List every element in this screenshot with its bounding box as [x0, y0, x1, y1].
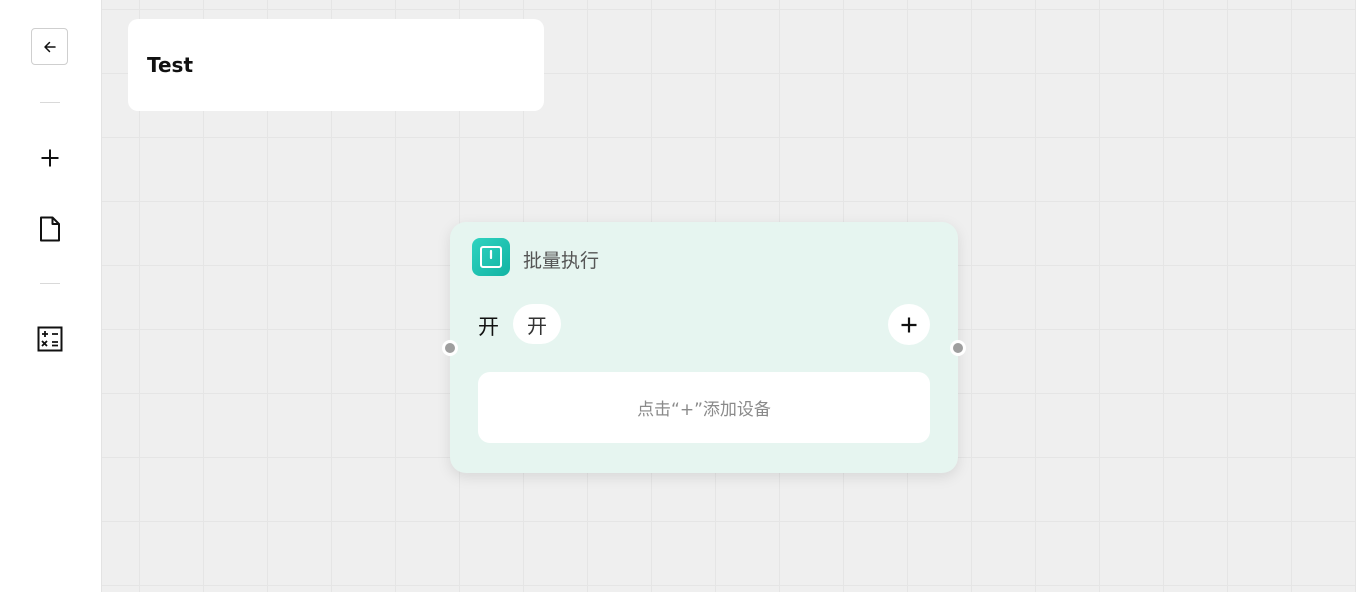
state-toggle[interactable]: 开	[513, 304, 561, 344]
calculator-button[interactable]	[35, 324, 65, 354]
plus-icon	[41, 149, 59, 167]
output-port[interactable]	[950, 340, 966, 356]
input-port[interactable]	[442, 340, 458, 356]
sidebar	[0, 0, 102, 592]
empty-hint: 点击“+”添加设备	[637, 400, 771, 420]
sidebar-divider	[40, 102, 60, 103]
add-node-button[interactable]	[35, 143, 65, 173]
sidebar-divider	[40, 283, 60, 284]
add-device-button[interactable]	[888, 304, 930, 345]
batch-execute-node[interactable]: 批量执行 开 开 点击“+”添加设备	[442, 222, 966, 473]
file-icon	[40, 216, 60, 242]
arrow-left-icon	[43, 41, 56, 52]
device-drop-area[interactable]: 点击“+”添加设备	[478, 372, 930, 443]
plus-icon	[901, 317, 917, 332]
calculator-icon	[37, 326, 63, 352]
page-title: Test	[147, 53, 194, 77]
back-button[interactable]	[31, 28, 68, 65]
title-card: Test	[128, 19, 544, 111]
node-title: 批量执行	[523, 250, 600, 272]
batch-execute-icon	[472, 238, 510, 276]
state-label: 开	[478, 315, 499, 339]
file-button[interactable]	[35, 214, 65, 244]
